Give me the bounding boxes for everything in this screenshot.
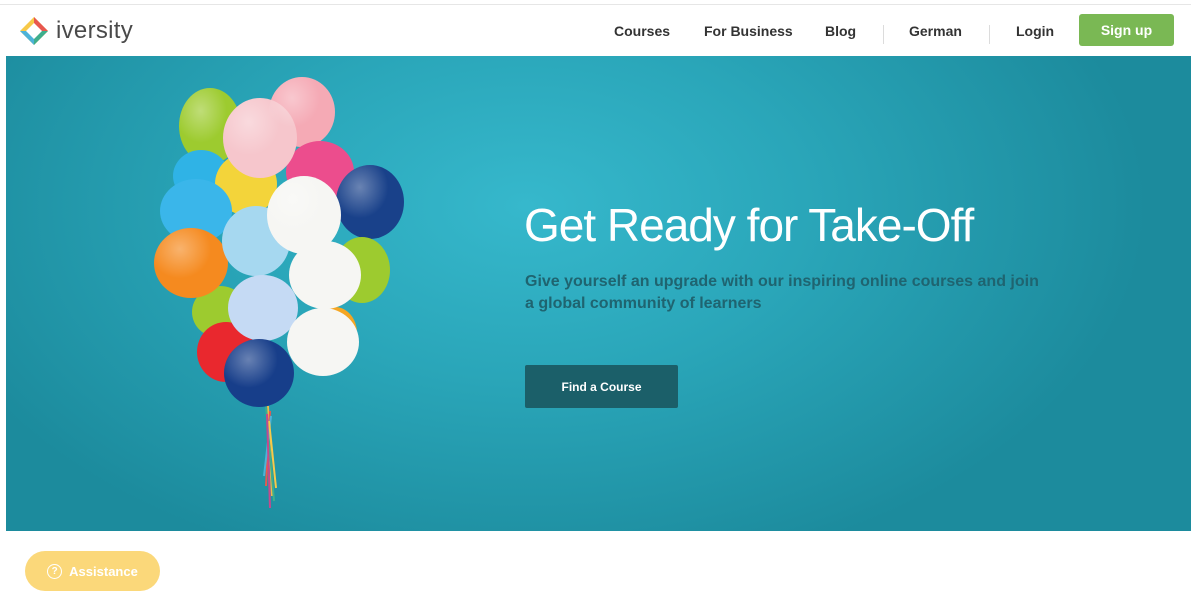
hero-title: Get Ready for Take-Off	[524, 199, 974, 251]
nav-login[interactable]: Login	[1016, 23, 1054, 39]
nav-divider	[883, 25, 884, 44]
nav-language-german[interactable]: German	[909, 23, 962, 39]
nav-courses[interactable]: Courses	[614, 23, 670, 39]
hero-subtitle: Give yourself an upgrade with our inspir…	[525, 273, 1039, 312]
assistance-label: Assistance	[69, 563, 138, 579]
nav-blog[interactable]: Blog	[825, 23, 856, 39]
assistance-button[interactable]: ? Assistance	[25, 551, 160, 591]
nav-for-business[interactable]: For Business	[704, 23, 793, 39]
find-course-button[interactable]: Find a Course	[525, 365, 678, 408]
brand-logo[interactable]: iversity	[18, 13, 133, 49]
nav-divider	[989, 25, 990, 44]
balloons-image	[154, 77, 404, 509]
hero-banner: Get Ready for Take-Off Give yourself an …	[6, 56, 1191, 531]
site-header: iversity Courses For Business Blog Germa…	[6, 5, 1191, 56]
signup-button[interactable]: Sign up	[1079, 14, 1174, 46]
brand-name: iversity	[56, 17, 134, 44]
iversity-logo-icon	[20, 17, 48, 45]
question-circle-icon: ?	[47, 563, 63, 579]
